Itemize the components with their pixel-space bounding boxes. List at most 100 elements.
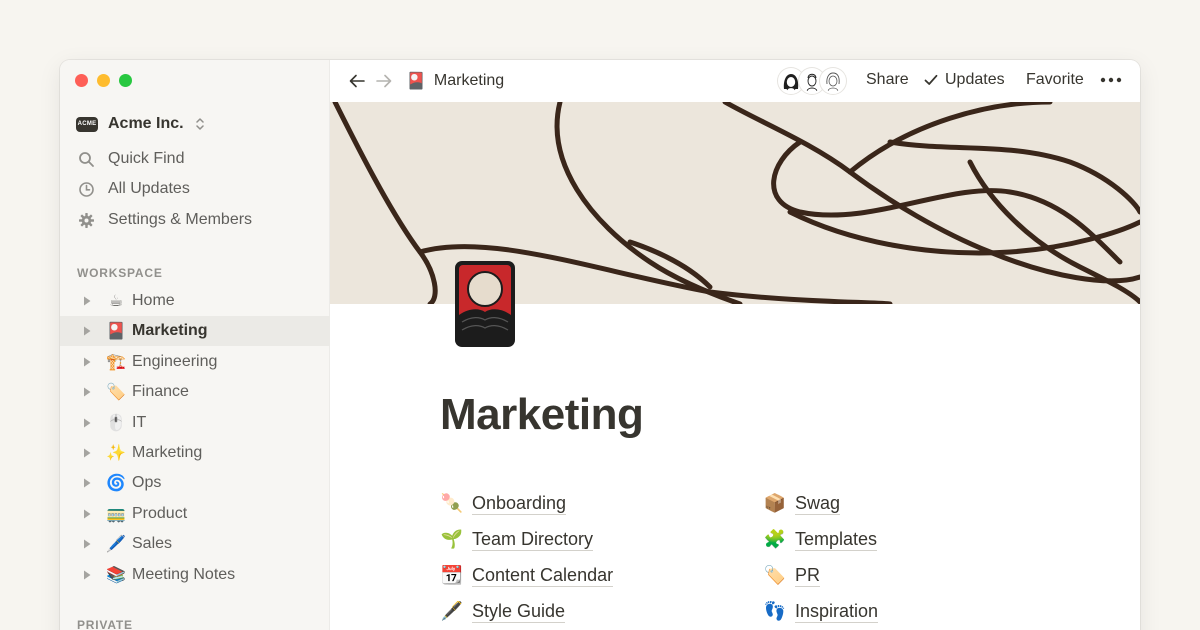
caret-right-icon[interactable] <box>82 326 92 336</box>
sidebar-page-item[interactable]: ☕ Home <box>60 286 330 316</box>
page-link-emoji: 🌱 <box>440 528 464 549</box>
caret-right-icon[interactable] <box>82 296 92 306</box>
page-link-emoji: 🏷️ <box>763 564 787 585</box>
minimize-window-button[interactable] <box>97 74 110 87</box>
page-link[interactable]: 🍡 Onboarding <box>440 490 567 516</box>
page-link[interactable]: 🌱 Team Directory <box>440 526 594 552</box>
sidebar-page-item[interactable]: 🖱️ IT <box>60 408 330 438</box>
page-link-label: Inspiration <box>795 600 879 623</box>
window-controls <box>75 74 132 87</box>
private-section-label: PRIVATE <box>77 618 133 630</box>
forward-button[interactable] <box>373 70 395 92</box>
updates-button[interactable]: Updates <box>923 71 1005 89</box>
page-link-label: Content Calendar <box>472 564 614 587</box>
sidebar-page-emoji: 🌀 <box>106 475 126 493</box>
checkmark-icon <box>924 74 938 85</box>
sidebar: ACME Acme Inc. Quick Find All Updates Se… <box>60 60 330 630</box>
top-bar: 🎴 Marketing Share Updates Favorite <box>330 60 1140 102</box>
workspace-logo: ACME <box>76 116 98 132</box>
page-link[interactable]: 🧩 Templates <box>763 526 878 552</box>
chevron-up-down-icon <box>195 118 204 130</box>
sidebar-page-label: Marketing <box>132 444 203 461</box>
caret-right-icon[interactable] <box>82 478 92 488</box>
sidebar-page-label: Product <box>132 504 188 522</box>
avatar[interactable] <box>820 68 846 94</box>
sidebar-page-label: Meeting Notes <box>132 565 236 583</box>
caret-right-icon[interactable] <box>82 418 92 428</box>
more-horizontal-icon <box>1100 77 1122 83</box>
sidebar-page-emoji: 🎴 <box>106 323 126 341</box>
avatar-face-icon <box>826 72 840 92</box>
arrow-right-icon <box>376 74 392 88</box>
sidebar-page-emoji: ✨ <box>106 445 126 462</box>
sidebar-page-item[interactable]: 🏗️ Engineering <box>60 347 330 377</box>
zoom-window-button[interactable] <box>119 74 132 87</box>
favorite-button[interactable]: Favorite <box>1026 71 1084 89</box>
collaborator-avatars[interactable] <box>778 68 846 94</box>
page-cover-image[interactable] <box>330 102 1140 304</box>
all-updates-label: All Updates <box>108 180 190 197</box>
caret-right-icon[interactable] <box>82 387 92 397</box>
cover-line-drawing <box>332 102 1140 304</box>
sidebar-page-emoji: ☕ <box>108 293 124 310</box>
page-link[interactable]: 👣 Inspiration <box>763 598 879 624</box>
arrow-left-icon <box>349 74 365 88</box>
share-button[interactable]: Share <box>866 71 909 89</box>
workspace-name: Acme Inc. <box>108 115 184 132</box>
sidebar-page-label: Marketing <box>132 322 208 340</box>
caret-right-icon[interactable] <box>82 357 92 367</box>
settings-members-link[interactable]: Settings & Members <box>78 207 252 233</box>
sidebar-page-item[interactable]: 🚃 Product <box>60 499 330 529</box>
workspace-switcher[interactable]: ACME Acme Inc. <box>76 112 206 136</box>
page-link-label: Team Directory <box>472 528 594 551</box>
share-label: Share <box>866 71 909 88</box>
breadcrumb-page-emoji: 🎴 <box>406 73 426 90</box>
page-link-label: Templates <box>795 528 878 551</box>
sidebar-page-item[interactable]: 🖊️ Sales <box>60 529 330 559</box>
app-window: ACME Acme Inc. Quick Find All Updates Se… <box>60 60 1140 630</box>
page-link-label: PR <box>795 564 821 587</box>
sidebar-page-label: Sales <box>132 535 173 553</box>
page-link-emoji: 🍡 <box>440 492 464 513</box>
page-link[interactable]: 🏷️ PR <box>763 562 821 588</box>
sidebar-page-emoji: 🏷️ <box>106 384 126 402</box>
back-button[interactable] <box>346 70 368 92</box>
page-link[interactable]: 📆 Content Calendar <box>440 562 614 588</box>
close-window-button[interactable] <box>75 74 88 87</box>
sidebar-page-label: Finance <box>132 383 189 401</box>
more-options-button[interactable] <box>1100 70 1122 90</box>
sidebar-page-item[interactable]: 🏷️ Finance <box>60 377 330 407</box>
page-link-emoji: 📦 <box>763 492 787 513</box>
page-link-emoji: 👣 <box>763 600 787 621</box>
gear-icon <box>79 212 94 228</box>
sidebar-page-emoji: 🖊️ <box>106 536 126 554</box>
sidebar-page-emoji: 🚃 <box>106 505 126 523</box>
caret-right-icon[interactable] <box>82 539 92 549</box>
sidebar-page-item[interactable]: 📚 Meeting Notes <box>60 560 330 590</box>
settings-members-label: Settings & Members <box>108 211 253 228</box>
search-icon <box>79 151 94 167</box>
page-link-label: Onboarding <box>472 492 567 515</box>
quick-find-link[interactable]: Quick Find <box>78 146 184 172</box>
page-link-emoji: 🧩 <box>763 528 787 549</box>
favorite-label: Favorite <box>1026 71 1084 88</box>
hanafuda-card-icon <box>455 261 515 347</box>
breadcrumb[interactable]: 🎴 Marketing <box>406 71 504 91</box>
caret-right-icon[interactable] <box>82 448 92 458</box>
quick-find-label: Quick Find <box>108 150 185 167</box>
sidebar-page-item[interactable]: 🌀 Ops <box>60 468 330 498</box>
page-link-emoji: 🖋️ <box>440 600 464 621</box>
sidebar-page-item[interactable]: ✨ Marketing <box>60 438 330 468</box>
sidebar-page-emoji: 📚 <box>106 566 126 584</box>
page-icon[interactable] <box>454 260 516 348</box>
sidebar-page-item[interactable]: 🎴 Marketing <box>60 316 330 347</box>
page-link[interactable]: 📦 Swag <box>763 490 841 516</box>
sidebar-page-label: IT <box>132 413 147 431</box>
all-updates-link[interactable]: All Updates <box>78 176 190 202</box>
page-link[interactable]: 🖋️ Style Guide <box>440 598 566 624</box>
breadcrumb-page-title: Marketing <box>433 72 505 89</box>
clock-icon <box>79 181 94 197</box>
caret-right-icon[interactable] <box>82 570 92 580</box>
page-title[interactable]: Marketing <box>440 390 644 440</box>
caret-right-icon[interactable] <box>82 509 92 519</box>
